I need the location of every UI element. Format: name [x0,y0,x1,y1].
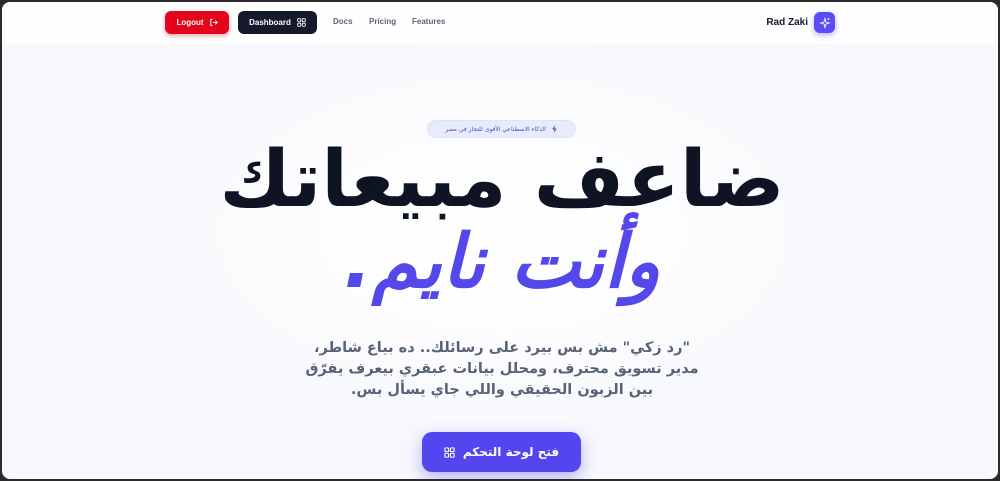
browser-viewport: Logout Dashboard Docs Pricing Features R… [0,0,1000,481]
nav-link-pricing[interactable]: Pricing [369,17,396,26]
open-dashboard-button[interactable]: فتح لوحة التحكم [422,432,581,472]
logout-arrow-icon [209,18,218,27]
sparkles-icon [814,12,835,33]
brand[interactable]: Rad Zaki [766,11,835,34]
cta-label: فتح لوحة التحكم [462,445,560,459]
hero-title-line2: وأنت نايم. [343,219,661,305]
dashboard-button[interactable]: Dashboard [238,11,317,34]
dashboard-label: Dashboard [249,18,291,27]
top-navigation: Logout Dashboard Docs Pricing Features R… [2,2,998,44]
grid-icon [444,446,455,458]
logout-label: Logout [176,18,204,27]
logout-button[interactable]: Logout [165,11,229,34]
nav-link-docs[interactable]: Docs [333,17,353,26]
brand-name: Rad Zaki [766,17,808,28]
grid-icon [297,18,306,27]
nav-link-features[interactable]: Features [412,17,445,26]
hero-description: "رد زكي" مش بس بيرد على رسائلك.. ده بياع… [305,340,699,398]
